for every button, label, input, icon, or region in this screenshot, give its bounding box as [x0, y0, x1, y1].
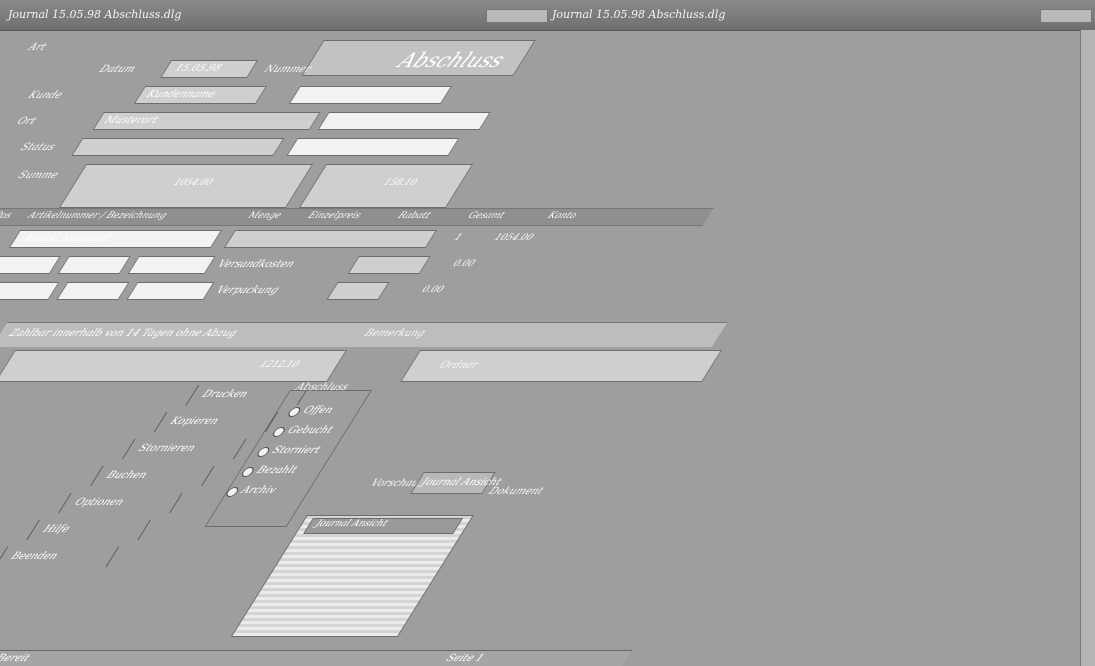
title-bar: Journal 15.05.98 Abschluss.dlg Journal 1… [0, 0, 1095, 31]
col-rabatt: Rabatt [395, 211, 433, 221]
row1-preis: 1054.00 [491, 233, 536, 243]
datum-label: Datum [96, 64, 138, 75]
kunde-value: Kundenname [144, 89, 218, 100]
status-left: Bereit [0, 653, 32, 664]
table-row[interactable]: Verpackung 0.00 [0, 280, 699, 302]
table-row[interactable]: Versandkosten 0.00 [0, 254, 700, 276]
status-right: Seite 1 [443, 653, 487, 664]
kopieren-button[interactable]: Kopieren [153, 412, 279, 432]
row1-menge: 1 [451, 233, 464, 243]
preview-header-text: Journal Ansicht [313, 519, 390, 529]
ort-extra-field[interactable] [317, 112, 491, 130]
note-amount: 1212.10 [257, 360, 302, 370]
ordner-label: Ordner [436, 360, 481, 371]
row2-gesamt-cell[interactable] [347, 256, 431, 274]
optionen-label: Optionen [72, 497, 126, 508]
kunde-name-field[interactable] [288, 86, 453, 104]
art-label: Art [25, 42, 49, 53]
radio-bezahlt-label: Bezahlt [254, 465, 300, 476]
stornieren-button[interactable]: Stornieren [121, 439, 247, 459]
buchen-button[interactable]: Buchen [90, 466, 215, 486]
radio-bezahlt[interactable]: Bezahlt [239, 465, 317, 477]
row2-menge-cell[interactable] [57, 256, 131, 274]
kunde-label: Kunde [25, 90, 65, 101]
mwst-value: 158.10 [381, 178, 420, 188]
radio-archiv[interactable]: Archiv [224, 485, 301, 497]
ort-label: Ort [14, 116, 39, 127]
table-row[interactable]: Artikel Standard 1 1054.00 [0, 228, 701, 250]
col-konto: Konto [545, 211, 579, 221]
radio-storniert-label: Storniert [269, 445, 323, 456]
row3-menge-cell[interactable] [56, 282, 130, 300]
row3-preis-cell[interactable] [126, 282, 215, 300]
radio-gebucht-label: Gebucht [285, 425, 335, 436]
netto-value: 1054.00 [171, 178, 215, 188]
header-logo: Abschluss [393, 48, 511, 72]
window-title: Journal 15.05.98 Abschluss.dlg [8, 8, 182, 21]
buchen-label: Buchen [104, 470, 150, 481]
scrollbar[interactable] [1080, 30, 1095, 666]
status-extra-field[interactable] [286, 138, 460, 156]
table-header: Pos Artikelnummer / Bezeichnung Menge Ei… [0, 208, 714, 226]
status-label: Status [18, 142, 58, 153]
row2-artikel: Versandkosten [215, 259, 297, 270]
optionen-button[interactable]: Optionen [58, 493, 183, 513]
col-artikel: Artikelnummer / Bezeichnung [25, 211, 169, 221]
status-bar: Bereit Seite 1 [0, 650, 633, 666]
col-pos: Pos [0, 211, 14, 221]
col-menge: Menge [245, 211, 284, 221]
kopieren-label: Kopieren [167, 416, 221, 427]
main-form: Abschluss Art Datum 15.05.98 Nummer Kund… [0, 30, 1095, 666]
status-field[interactable] [71, 138, 285, 156]
ort-value: Musterort [102, 115, 161, 126]
bemerkung-label: Bemerkung [361, 328, 428, 339]
row3-gesamt: 0.00 [419, 285, 446, 295]
summe-label: Summe [15, 170, 61, 181]
titlebar-icon [486, 9, 548, 23]
radio-offen-label: Offen [300, 405, 336, 416]
radio-offen[interactable]: Offen [286, 405, 363, 417]
abschluss-label: Abschluss [293, 382, 351, 393]
window-controls[interactable] [1040, 9, 1092, 23]
hilfe-label: Hilfe [40, 524, 73, 535]
col-gesamt: Gesamt [465, 211, 507, 221]
note-text: Zahlbar innerhalb von 14 Tagen ohne Abzu… [6, 328, 240, 339]
row3-pos-cell[interactable] [0, 282, 60, 300]
nummer-label: Nummer [261, 64, 314, 75]
row2-gesamt: 0.00 [450, 259, 477, 269]
radio-archiv-label: Archiv [238, 485, 279, 496]
row3-artikel: Verpackung [213, 285, 281, 296]
preview-sub: Dokument [486, 486, 546, 497]
row2-preis-cell[interactable] [127, 256, 216, 274]
row2-pos-cell[interactable] [0, 256, 61, 274]
radio-gebucht[interactable]: Gebucht [270, 425, 348, 437]
col-einzelpreis: Einzelpreis [305, 211, 363, 221]
beenden-label: Beenden [8, 551, 60, 562]
hilfe-button[interactable]: Hilfe [26, 520, 151, 540]
row3-gesamt-cell[interactable] [326, 282, 390, 300]
stornieren-label: Stornieren [136, 443, 198, 454]
beenden-button[interactable]: Beenden [0, 547, 119, 567]
datum-value: 15.05.98 [172, 63, 224, 74]
preview-title: Journal Ansicht [418, 477, 504, 488]
radio-storniert[interactable]: Storniert [255, 445, 332, 457]
drucken-label: Drucken [199, 389, 250, 400]
row1-detail-cell[interactable] [223, 230, 438, 248]
row1-artikel: Artikel Standard [21, 233, 113, 244]
window-title-echo: Journal 15.05.98 Abschluss.dlg [552, 8, 726, 21]
